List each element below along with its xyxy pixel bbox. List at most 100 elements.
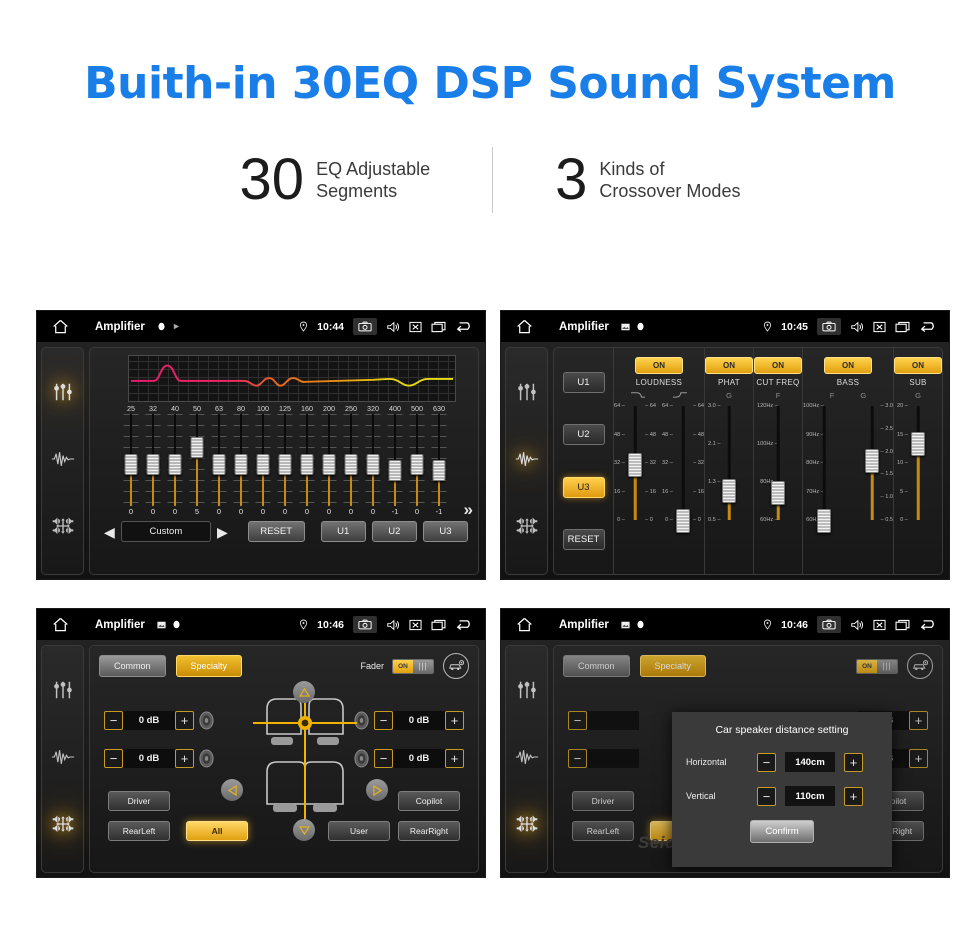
preset-next-button[interactable]: ▶ <box>217 525 228 539</box>
slider-knob[interactable] <box>322 454 336 476</box>
slider-knob[interactable] <box>676 508 690 533</box>
eq-band-slider[interactable] <box>428 414 450 506</box>
preset-u3-button[interactable]: U3 <box>422 521 469 542</box>
eq-band-slider[interactable] <box>230 414 252 506</box>
seat-button-rearright[interactable]: RearRight <box>398 821 460 841</box>
plus-button[interactable]: + <box>909 749 928 768</box>
more-bands-chevron-icon[interactable]: » <box>464 500 473 520</box>
slider-knob[interactable] <box>234 454 248 476</box>
fader-toggle[interactable]: ON ||| <box>392 658 434 674</box>
toggle-on-button[interactable]: ON <box>754 357 802 374</box>
eq-band-slider[interactable] <box>362 414 384 506</box>
sidebar-item-equalizer[interactable] <box>52 679 74 706</box>
recents-icon[interactable] <box>895 321 910 333</box>
back-icon[interactable] <box>919 320 939 333</box>
sidebar-item-crossover[interactable] <box>51 449 75 474</box>
sidebar-item-equalizer[interactable] <box>516 679 538 706</box>
nav-up-button[interactable] <box>293 681 315 703</box>
crossover-slider[interactable]: 120Hz –100Hz –80Hz –60Hz – <box>757 403 799 523</box>
plus-button[interactable]: + <box>445 749 464 768</box>
crossover-slider[interactable]: – 3.0 – 2.5 – 2.0 – 1.5 – 1.0 – 0.5 <box>851 403 893 523</box>
slider-knob[interactable] <box>256 454 270 476</box>
sidebar-item-crossover[interactable] <box>51 747 75 772</box>
slider-knob[interactable] <box>628 453 642 478</box>
crossover-slider[interactable]: 100Hz –90Hz –80Hz –70Hz –60Hz – <box>803 403 845 533</box>
slider-group[interactable]: 20 – 15 – 10 – 5 – 0 – <box>894 403 942 574</box>
confirm-button[interactable]: Confirm <box>750 820 814 843</box>
minus-button[interactable]: − <box>104 749 123 768</box>
eq-band-slider[interactable] <box>274 414 296 506</box>
preset-u2-button[interactable]: U2 <box>371 521 417 542</box>
eq-slider-bank[interactable] <box>120 414 450 506</box>
slider-group[interactable]: 120Hz –100Hz –80Hz –60Hz – <box>754 403 802 574</box>
plus-button[interactable]: + <box>175 711 194 730</box>
seat-button-driver[interactable]: Driver <box>572 791 634 811</box>
sidebar-item-fader[interactable] <box>516 516 538 541</box>
home-icon[interactable] <box>47 617 73 632</box>
eq-band-slider[interactable] <box>142 414 164 506</box>
minus-button[interactable]: − <box>568 749 587 768</box>
horizontal-plus-button[interactable]: + <box>844 752 863 772</box>
minus-button[interactable]: − <box>104 711 123 730</box>
close-box-icon[interactable] <box>873 321 886 333</box>
slider-knob[interactable] <box>388 460 402 481</box>
car-settings-icon[interactable] <box>443 653 469 679</box>
sidebar-item-equalizer[interactable] <box>516 381 538 408</box>
slider-knob[interactable] <box>146 454 160 476</box>
close-box-icon[interactable] <box>409 619 422 631</box>
slider-knob[interactable] <box>410 454 424 476</box>
slider-knob[interactable] <box>278 454 292 476</box>
preset-u1-button[interactable]: U1 <box>562 371 605 393</box>
eq-band-slider[interactable] <box>340 414 362 506</box>
slider-group[interactable]: 3.0 – 2.1 – 1.3 – 0.5 – <box>705 403 753 574</box>
eq-band-slider[interactable] <box>120 414 142 506</box>
slider-knob[interactable] <box>911 431 925 456</box>
db-control-front-left[interactable]: − 0 dB + <box>104 711 215 730</box>
slider-group[interactable]: 64 –48 –32 –16 –0 – – 64– 48– 32– 16– 0 64… <box>614 403 704 574</box>
crossover-slider[interactable]: 64 – 48 – 32 – 16 – 0 – – 64 – 48 – 32 – 16 – 0 <box>614 403 656 523</box>
vertical-minus-button[interactable]: − <box>757 786 776 806</box>
camera-icon[interactable] <box>353 318 377 335</box>
volume-icon[interactable] <box>850 619 864 631</box>
slider-knob[interactable] <box>168 454 182 476</box>
toggle-on-button[interactable]: ON <box>894 357 942 374</box>
back-icon[interactable] <box>919 618 939 631</box>
eq-band-slider[interactable] <box>406 414 428 506</box>
camera-icon[interactable] <box>817 616 841 633</box>
crossover-slider[interactable]: 3.0 – 2.1 – 1.3 – 0.5 – <box>708 403 750 523</box>
eq-band-slider[interactable] <box>296 414 318 506</box>
sidebar-item-fader[interactable] <box>52 814 74 839</box>
slider-knob[interactable] <box>722 478 736 503</box>
camera-icon[interactable] <box>353 616 377 633</box>
db-control-front-right[interactable]: − 0 dB + <box>353 711 464 730</box>
plus-button[interactable]: + <box>175 749 194 768</box>
seat-button-user[interactable]: User <box>328 821 390 841</box>
db-control-rear-right[interactable]: − 0 dB + <box>353 749 464 768</box>
slider-knob[interactable] <box>432 460 446 481</box>
slider-knob[interactable] <box>771 481 785 505</box>
back-icon[interactable] <box>455 320 475 333</box>
sidebar-item-crossover[interactable] <box>515 449 539 474</box>
volume-icon[interactable] <box>850 321 864 333</box>
slider-knob[interactable] <box>817 508 831 533</box>
db-control-rear-left[interactable]: − <box>568 749 639 768</box>
seat-button-rearleft[interactable]: RearLeft <box>572 821 634 841</box>
toggle-on-button[interactable]: ON <box>635 357 683 374</box>
slider-knob[interactable] <box>344 454 358 476</box>
eq-band-slider[interactable] <box>318 414 340 506</box>
slider-knob[interactable] <box>366 454 380 476</box>
minus-button[interactable]: − <box>374 711 393 730</box>
nav-left-button[interactable] <box>221 779 243 801</box>
sidebar-item-fader[interactable] <box>52 516 74 541</box>
reset-button[interactable]: RESET <box>247 521 305 542</box>
tab-specialty[interactable]: Specialty <box>639 655 707 677</box>
db-control-front-left[interactable]: − <box>568 711 639 730</box>
back-icon[interactable] <box>455 618 475 631</box>
seat-button-rearleft[interactable]: RearLeft <box>108 821 170 841</box>
seat-button-all[interactable]: All <box>186 821 248 841</box>
nav-right-button[interactable] <box>366 779 388 801</box>
reset-button[interactable]: RESET <box>562 529 605 551</box>
seat-button-driver[interactable]: Driver <box>108 791 170 811</box>
toggle-on-button[interactable]: ON <box>705 357 753 374</box>
minus-button[interactable]: − <box>568 711 587 730</box>
